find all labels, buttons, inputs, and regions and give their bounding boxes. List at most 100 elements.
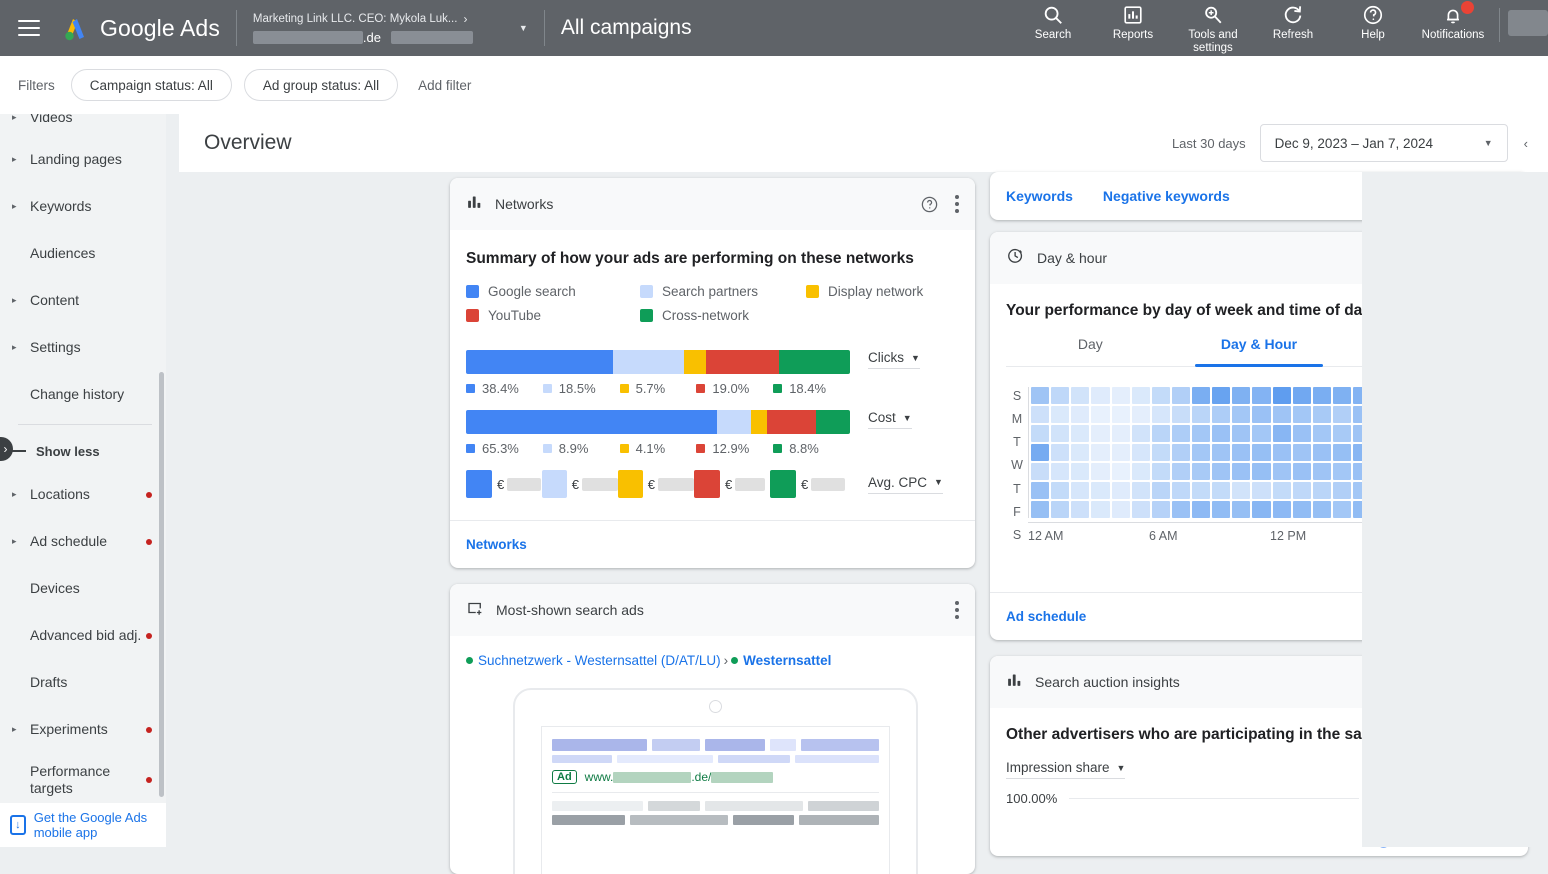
heatmap-cell[interactable] xyxy=(1192,501,1210,518)
heatmap-cell[interactable] xyxy=(1293,482,1311,499)
heatmap-cell[interactable] xyxy=(1172,444,1190,461)
heatmap-cell[interactable] xyxy=(1333,444,1351,461)
heatmap-cell[interactable] xyxy=(1071,501,1089,518)
heatmap-cell[interactable] xyxy=(1132,387,1150,404)
heatmap-cell[interactable] xyxy=(1091,463,1109,480)
heatmap-cell[interactable] xyxy=(1313,482,1331,499)
heatmap-cell[interactable] xyxy=(1333,501,1351,518)
heatmap-cell[interactable] xyxy=(1071,406,1089,423)
search-button[interactable]: Search xyxy=(1013,2,1093,42)
heatmap-cell[interactable] xyxy=(1112,501,1130,518)
heatmap-cell[interactable] xyxy=(1031,463,1049,480)
sidebar-item-locations[interactable]: ▸ Locations xyxy=(0,471,166,518)
kebab-icon[interactable] xyxy=(955,601,959,619)
sidebar-item-devices[interactable]: Devices xyxy=(0,565,166,612)
help-circle-icon[interactable] xyxy=(920,195,939,214)
filter-chip-adgroup-status[interactable]: Ad group status: All xyxy=(244,69,398,101)
networks-footer-link[interactable]: Networks xyxy=(466,537,527,552)
heatmap-cell[interactable] xyxy=(1192,463,1210,480)
heatmap-cell[interactable] xyxy=(1031,501,1049,518)
heatmap-cell[interactable] xyxy=(1232,387,1250,404)
heatmap-cell[interactable] xyxy=(1031,425,1049,442)
heatmap-cell[interactable] xyxy=(1313,406,1331,423)
heatmap-cell[interactable] xyxy=(1152,463,1170,480)
heatmap-cell[interactable] xyxy=(1051,501,1069,518)
reports-button[interactable]: Reports xyxy=(1093,2,1173,42)
heatmap-cell[interactable] xyxy=(1313,444,1331,461)
heatmap-cell[interactable] xyxy=(1071,463,1089,480)
heatmap-cell[interactable] xyxy=(1252,387,1270,404)
show-less-button[interactable]: Show less xyxy=(0,431,166,471)
mobile-app-promo[interactable]: ↓ Get the Google Ads mobile app xyxy=(0,803,166,847)
negative-keywords-link[interactable]: Negative keywords xyxy=(1103,188,1230,204)
heatmap-cell[interactable] xyxy=(1051,463,1069,480)
sidebar-item-ad-schedule[interactable]: ▸ Ad schedule xyxy=(0,518,166,565)
heatmap-cell[interactable] xyxy=(1192,387,1210,404)
heatmap-cell[interactable] xyxy=(1091,482,1109,499)
sidebar-item-landing-pages[interactable]: ▸ Landing pages xyxy=(0,136,166,183)
heatmap-cell[interactable] xyxy=(1112,444,1130,461)
heatmap-cell[interactable] xyxy=(1031,406,1049,423)
heatmap-cell[interactable] xyxy=(1192,406,1210,423)
heatmap-cell[interactable] xyxy=(1333,463,1351,480)
heatmap-cell[interactable] xyxy=(1313,463,1331,480)
heatmap-cell[interactable] xyxy=(1232,425,1250,442)
heatmap-cell[interactable] xyxy=(1252,406,1270,423)
heatmap-cell[interactable] xyxy=(1091,444,1109,461)
notifications-button[interactable]: Notifications xyxy=(1413,2,1493,42)
ad-schedule-footer-link[interactable]: Ad schedule xyxy=(1006,609,1086,624)
heatmap-cell[interactable] xyxy=(1273,406,1291,423)
heatmap-cell[interactable] xyxy=(1071,482,1089,499)
heatmap-cell[interactable] xyxy=(1212,501,1230,518)
heatmap-cell[interactable] xyxy=(1293,444,1311,461)
heatmap-cell[interactable] xyxy=(1293,387,1311,404)
heatmap-cell[interactable] xyxy=(1273,387,1291,404)
heatmap-cell[interactable] xyxy=(1252,482,1270,499)
heatmap-cell[interactable] xyxy=(1232,482,1250,499)
avg-cpc-metric-selector[interactable]: Avg. CPC ▼ xyxy=(868,475,943,494)
heatmap-cell[interactable] xyxy=(1273,501,1291,518)
sidebar-item-audiences[interactable]: Audiences xyxy=(0,230,166,277)
heatmap-cell[interactable] xyxy=(1232,444,1250,461)
heatmap-cell[interactable] xyxy=(1293,425,1311,442)
heatmap-cell[interactable] xyxy=(1071,387,1089,404)
heatmap-cell[interactable] xyxy=(1091,425,1109,442)
heatmap-cell[interactable] xyxy=(1152,425,1170,442)
help-button[interactable]: Help xyxy=(1333,2,1413,42)
heatmap-cell[interactable] xyxy=(1152,482,1170,499)
heatmap-cell[interactable] xyxy=(1232,463,1250,480)
heatmap-cell[interactable] xyxy=(1252,425,1270,442)
impression-share-selector[interactable]: Impression share ▼ xyxy=(1006,760,1125,779)
kebab-icon[interactable] xyxy=(955,195,959,213)
heatmap-cell[interactable] xyxy=(1112,463,1130,480)
sidebar-item-content[interactable]: ▸ Content xyxy=(0,277,166,324)
sidebar-scrollbar[interactable] xyxy=(159,372,164,797)
heatmap-cell[interactable] xyxy=(1112,387,1130,404)
heatmap-cell[interactable] xyxy=(1252,501,1270,518)
heatmap-cell[interactable] xyxy=(1031,444,1049,461)
heatmap-cell[interactable] xyxy=(1172,387,1190,404)
heatmap-cell[interactable] xyxy=(1313,501,1331,518)
heatmap-cell[interactable] xyxy=(1333,406,1351,423)
heatmap-cell[interactable] xyxy=(1172,501,1190,518)
filter-chip-campaign-status[interactable]: Campaign status: All xyxy=(71,69,232,101)
heatmap-cell[interactable] xyxy=(1132,444,1150,461)
heatmap-cell[interactable] xyxy=(1132,463,1150,480)
heatmap-cell[interactable] xyxy=(1031,482,1049,499)
heatmap-cell[interactable] xyxy=(1333,387,1351,404)
heatmap-cell[interactable] xyxy=(1172,406,1190,423)
heatmap-cell[interactable] xyxy=(1172,463,1190,480)
heatmap-cell[interactable] xyxy=(1212,482,1230,499)
heatmap-cell[interactable] xyxy=(1333,482,1351,499)
heatmap-cell[interactable] xyxy=(1293,463,1311,480)
refresh-button[interactable]: Refresh xyxy=(1253,2,1333,42)
tab-day-and-hour[interactable]: Day & Hour xyxy=(1175,336,1344,366)
heatmap-cell[interactable] xyxy=(1091,387,1109,404)
sidebar-item-advanced-bid-adj[interactable]: Advanced bid adj. xyxy=(0,612,166,659)
heatmap-cell[interactable] xyxy=(1152,501,1170,518)
heatmap-cell[interactable] xyxy=(1192,444,1210,461)
date-range-picker[interactable]: Dec 9, 2023 – Jan 7, 2024 ▼ xyxy=(1260,124,1508,162)
heatmap-cell[interactable] xyxy=(1212,463,1230,480)
heatmap-cell[interactable] xyxy=(1112,425,1130,442)
heatmap-cell[interactable] xyxy=(1051,482,1069,499)
